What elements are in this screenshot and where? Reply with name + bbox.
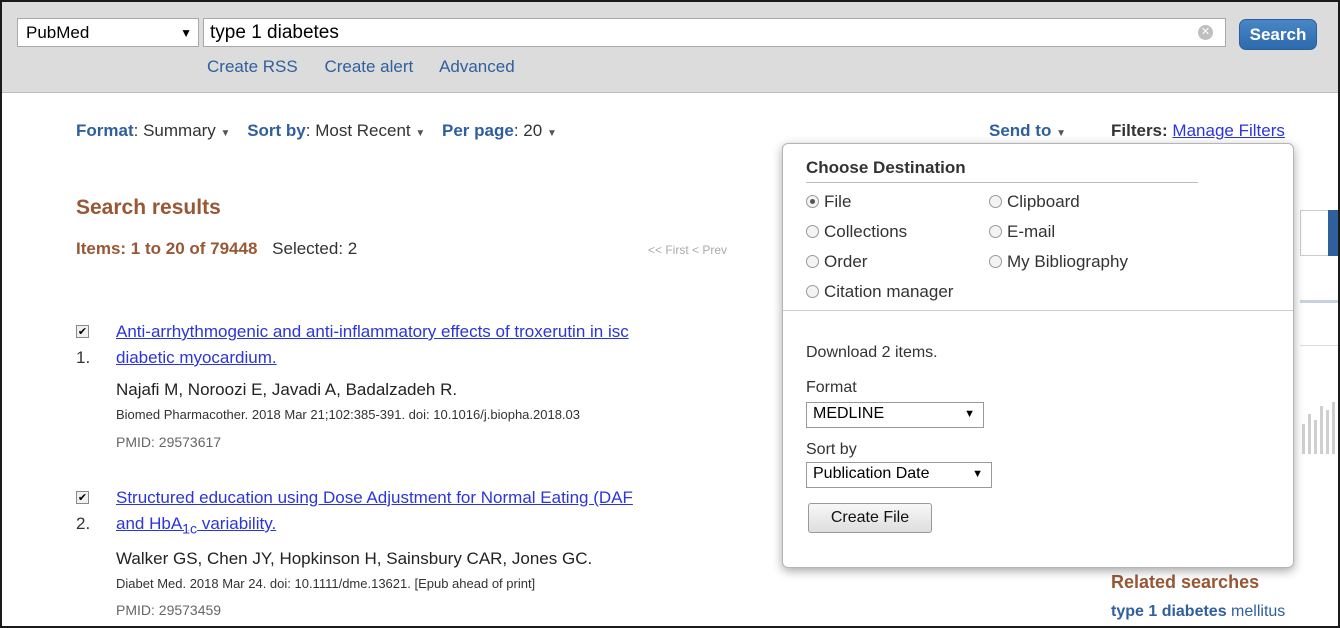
database-select[interactable]: PubMed ▼: [17, 18, 199, 47]
result-title-line: diabetic myocardium.: [116, 348, 277, 367]
display-settings: Format: Summary ▼ Sort by: Most Recent ▼…: [76, 121, 569, 141]
related-searches-title: Related searches: [1111, 572, 1260, 592]
dropdown-arrow-icon: ▼: [972, 468, 983, 480]
format-select[interactable]: MEDLINE ▼: [806, 402, 984, 428]
result-title-link[interactable]: Structured education using Dose Adjustme…: [116, 485, 633, 542]
radio-icon: [989, 255, 1002, 268]
result-journal: Biomed Pharmacother. 2018 Mar 21;102:385…: [116, 407, 581, 422]
radio-citation-manager[interactable]: Citation manager: [806, 282, 953, 302]
perpage-label: Per page: [442, 121, 514, 140]
result-authors: Najafi M, Noroozi E, Javadi A, Badalzade…: [116, 380, 458, 399]
perpage-control[interactable]: Per page: 20 ▼: [442, 121, 557, 140]
format-control[interactable]: Format: Summary ▼: [76, 121, 235, 140]
result-checkbox[interactable]: ✔: [76, 491, 89, 504]
result-title-post: variability.: [197, 514, 277, 533]
radio-icon: [989, 195, 1002, 208]
radio-label: Order: [824, 252, 868, 271]
search-links: Create RSS Create alert Advanced: [207, 57, 537, 77]
radio-bibliography[interactable]: My Bibliography: [989, 252, 1128, 272]
items-summary: Items: 1 to 20 of 79448 Selected: 2: [76, 239, 357, 259]
results-title: Search results: [76, 196, 221, 219]
create-alert-link[interactable]: Create alert: [324, 57, 413, 76]
filters-label: Filters:: [1111, 121, 1168, 140]
result-number: 2.: [76, 514, 91, 533]
selected-count: Selected: 2: [272, 239, 358, 258]
radio-clipboard[interactable]: Clipboard: [989, 192, 1080, 212]
related-bold: type 1 diabetes: [1111, 603, 1227, 620]
sort-value: Most Recent: [315, 121, 411, 140]
result-authors: Walker GS, Chen JY, Hopkinson H, Sainsbu…: [116, 549, 593, 568]
sort-select[interactable]: Publication Date ▼: [806, 462, 992, 488]
radio-label: File: [824, 192, 852, 211]
related-search-link[interactable]: type 1 diabetes mellitus: [1111, 603, 1285, 621]
result-title-line: Structured education using Dose Adjustme…: [116, 488, 633, 507]
create-file-button[interactable]: Create File: [808, 503, 932, 533]
radio-label: E-mail: [1007, 222, 1056, 241]
result-journal: Diabet Med. 2018 Mar 24. doi: 10.1111/dm…: [116, 576, 536, 591]
sidebar-button[interactable]: [1328, 210, 1340, 256]
items-count: Items: 1 to 20 of 79448: [76, 239, 258, 258]
radio-label: Collections: [824, 222, 908, 241]
result-title-sub: 1c: [182, 521, 198, 538]
result-pmid: PMID: 29573459: [116, 602, 222, 618]
result-checkbox[interactable]: ✔: [76, 325, 89, 338]
search-query: type 1 diabetes: [210, 22, 339, 43]
radio-file[interactable]: File: [806, 192, 851, 212]
caret-down-icon: ▼: [546, 128, 557, 139]
result-title-line: Anti-arrhythmogenic and anti-inflammator…: [116, 322, 629, 341]
related-rest: mellitus: [1226, 603, 1286, 620]
create-rss-link[interactable]: Create RSS: [207, 57, 298, 76]
send-to-label: Send to: [989, 121, 1052, 140]
format-select-value: MEDLINE: [813, 405, 885, 422]
filters: Filters: Manage Filters: [1111, 121, 1285, 141]
format-label: Format: [76, 121, 134, 140]
radio-selected-icon: [806, 195, 819, 208]
search-bar: PubMed ▼ type 1 diabetes ✕ Search Create…: [0, 0, 1340, 93]
result-title-link[interactable]: Anti-arrhythmogenic and anti-inflammator…: [116, 319, 629, 371]
sort-control[interactable]: Sort by: Most Recent ▼: [247, 121, 430, 140]
search-input[interactable]: type 1 diabetes ✕: [203, 18, 1226, 47]
radio-icon: [806, 225, 819, 238]
sidebar-divider: [1300, 345, 1340, 346]
search-button[interactable]: Search: [1239, 19, 1317, 50]
panel-divider: [783, 310, 1293, 311]
sidebar-divider: [1300, 300, 1340, 303]
format-value: Summary: [143, 121, 216, 140]
sort-select-value: Publication Date: [813, 465, 930, 482]
sort-label: Sort by: [247, 121, 306, 140]
panel-title: Choose Destination: [806, 158, 966, 177]
results-by-year-bars: [1300, 398, 1340, 454]
sort-label: Sort by: [806, 441, 857, 458]
clear-icon[interactable]: ✕: [1198, 25, 1213, 40]
result-title-pre: and HbA: [116, 514, 183, 533]
radio-label: Clipboard: [1007, 192, 1080, 211]
manage-filters-link[interactable]: Manage Filters: [1172, 121, 1284, 140]
caret-down-icon: ▼: [220, 128, 231, 139]
database-value: PubMed: [26, 23, 90, 42]
radio-collections[interactable]: Collections: [806, 222, 907, 242]
dropdown-arrow-icon: ▼: [180, 26, 192, 40]
radio-label: My Bibliography: [1007, 252, 1128, 271]
caret-down-icon: ▼: [415, 128, 426, 139]
download-count-text: Download 2 items.: [806, 344, 938, 361]
send-to-panel: Choose Destination File Clipboard Collec…: [782, 143, 1294, 568]
radio-icon: [806, 255, 819, 268]
radio-label: Citation manager: [824, 282, 954, 301]
caret-down-icon: ▼: [1056, 128, 1066, 139]
radio-email[interactable]: E-mail: [989, 222, 1055, 242]
pager[interactable]: << First < Prev: [648, 243, 727, 257]
result-number: 1.: [76, 348, 91, 367]
result-pmid: PMID: 29573617: [116, 434, 222, 450]
advanced-link[interactable]: Advanced: [439, 57, 515, 76]
radio-icon: [989, 225, 1002, 238]
send-to-menu[interactable]: Send to ▼: [989, 121, 1066, 141]
radio-order[interactable]: Order: [806, 252, 867, 272]
format-label: Format: [806, 379, 857, 396]
panel-rule: [806, 182, 1198, 183]
perpage-value: 20: [523, 121, 543, 140]
radio-icon: [806, 285, 819, 298]
dropdown-arrow-icon: ▼: [964, 408, 975, 420]
